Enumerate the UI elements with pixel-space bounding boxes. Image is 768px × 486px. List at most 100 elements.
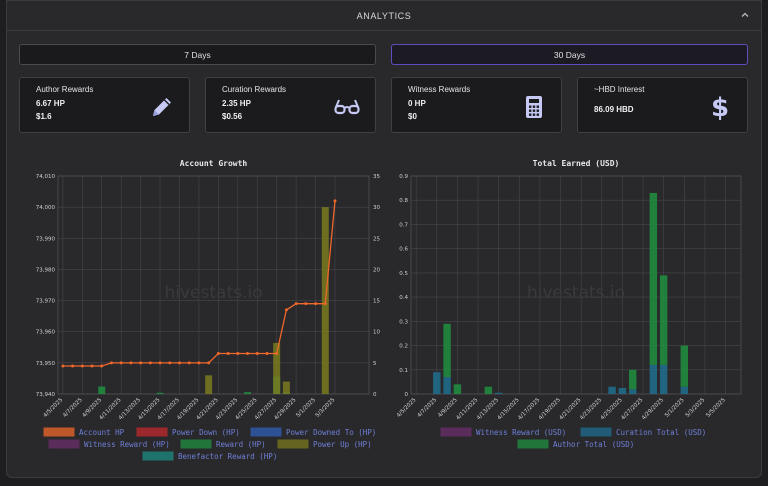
account-hp-point (139, 361, 143, 365)
legend-label: Author Total (USD) (553, 440, 634, 449)
account-hp-point (265, 352, 269, 356)
bar (659, 275, 668, 365)
y2-tick-label: 25 (373, 236, 380, 242)
bar (282, 381, 290, 394)
account-hp-point (109, 361, 113, 365)
legend-swatch (136, 427, 168, 437)
legend-swatch (142, 451, 174, 461)
account-hp-point (207, 361, 211, 365)
card-title: Witness Rewards (408, 85, 471, 94)
y2-tick-label: 35 (373, 174, 380, 180)
witness-rewards-card: Witness Rewards 0 HP $0 (391, 77, 562, 133)
bar (156, 392, 164, 394)
x-tick-label: 5/3/2025 (315, 397, 337, 419)
watermark: hivestats.io (527, 283, 625, 303)
y-tick-label: 0.2 (399, 344, 408, 350)
bar (680, 386, 688, 394)
x-tick-label: 4/5/2025 (396, 397, 418, 419)
dollar-icon: $ (711, 94, 729, 120)
legend-swatch (517, 439, 549, 449)
y2-tick-label: 30 (373, 205, 380, 211)
legend-label: Witness Reward (USD) (476, 428, 566, 437)
y-tick-label: 0.4 (399, 295, 408, 301)
card-value-usd: $1.6 (36, 112, 52, 121)
y-tick-label: 73,950 (36, 361, 56, 367)
x-tick-label: 4/7/2025 (62, 397, 84, 419)
chart-title: Total Earned (USD) (533, 159, 620, 168)
svg-text:$: $ (711, 94, 729, 120)
account-growth-chart: Account Growth 73,940 73,950 73,960 73,970 73… (36, 159, 381, 461)
bar (484, 386, 493, 394)
account-hp-point (323, 302, 327, 306)
y-tick-label: 73,990 (36, 236, 56, 242)
pencil-icon (153, 98, 171, 116)
hbd-interest-card: ~HBD Interest 86.09 HBD $ (577, 77, 748, 133)
account-hp-point (294, 302, 298, 306)
range-30-days-button[interactable]: 30 Days (391, 44, 748, 65)
y-tick-label: 74,010 (36, 174, 56, 180)
account-hp-point (275, 352, 279, 356)
legend-swatch (277, 439, 309, 449)
account-hp-point (333, 199, 337, 203)
y-tick-label: 73,960 (36, 330, 56, 336)
bar (244, 392, 252, 394)
bar (494, 392, 503, 394)
legend-label: Power Up (HP) (313, 440, 372, 449)
watermark: hivestats.io (164, 283, 262, 303)
account-hp-point (216, 352, 220, 356)
legend-label: Curation Total (USD) (616, 428, 706, 437)
analytics-header[interactable]: ANALYTICS (7, 1, 761, 31)
x-tick-label: 5/3/2025 (685, 397, 707, 419)
y-tick-label: 0.9 (399, 174, 408, 180)
y-tick-label: 0.5 (399, 271, 408, 277)
account-hp-point (284, 308, 288, 312)
account-hp-point (90, 364, 94, 368)
y-tick-label: 0.1 (399, 368, 408, 374)
account-hp-point (197, 361, 201, 365)
account-hp-point (168, 361, 172, 365)
y2-tick-label: 20 (373, 267, 380, 273)
bar (443, 377, 451, 394)
bar (608, 386, 616, 394)
y2-tick-label: 0 (373, 392, 377, 398)
bar (649, 192, 658, 365)
x-tick-label: 4/5/2025 (43, 397, 65, 419)
range-7-days-button[interactable]: 7 Days (19, 44, 376, 65)
y2-tick-label: 15 (373, 299, 380, 305)
legend-label: Reward (HP) (216, 440, 266, 449)
y-tick-label: 73,970 (36, 299, 56, 305)
account-hp-point (61, 364, 65, 368)
account-hp-point (100, 364, 104, 368)
x-tick-label: 4/29/2025 (641, 397, 666, 422)
account-hp-point (80, 364, 84, 368)
bar (659, 364, 668, 394)
analytics-title: ANALYTICS (356, 11, 412, 21)
card-value-usd: $0 (408, 112, 417, 121)
y2-tick-label: 10 (373, 330, 380, 336)
account-hp-point (158, 361, 162, 365)
legend-swatch (440, 427, 472, 437)
account-hp-point (236, 352, 240, 356)
legend-label: Benefactor Reward (HP) (178, 452, 277, 461)
y-tick-label: 0.8 (399, 198, 408, 204)
account-hp-point (226, 352, 230, 356)
card-value-hbd: 86.09 HBD (594, 105, 634, 114)
x-tick-label: 5/1/2025 (664, 397, 686, 419)
card-value-usd: $0.56 (222, 112, 243, 121)
y-tick-label: 0.3 (399, 319, 408, 325)
x-tick-label: 5/1/2025 (295, 397, 317, 419)
bar (629, 369, 637, 390)
card-value-hp: 0 HP (408, 99, 426, 108)
legend-label: Power Downed To (HP) (286, 428, 376, 437)
y-tick-label: 0 (405, 392, 409, 398)
card-title: Author Rewards (36, 85, 94, 94)
account-hp-point (129, 361, 133, 365)
y-tick-label: 74,000 (36, 205, 56, 211)
total-earned-chart: Total Earned (USD) 0 0.1 0.2 0.3 0.4 0.5 0.6 0.7… (396, 159, 742, 449)
x-tick-label: 4/7/2025 (416, 397, 438, 419)
account-hp-point (177, 361, 181, 365)
calculator-icon (526, 96, 542, 118)
legend-swatch (43, 427, 75, 437)
bar (618, 387, 627, 394)
chevron-up-icon[interactable] (739, 9, 751, 21)
